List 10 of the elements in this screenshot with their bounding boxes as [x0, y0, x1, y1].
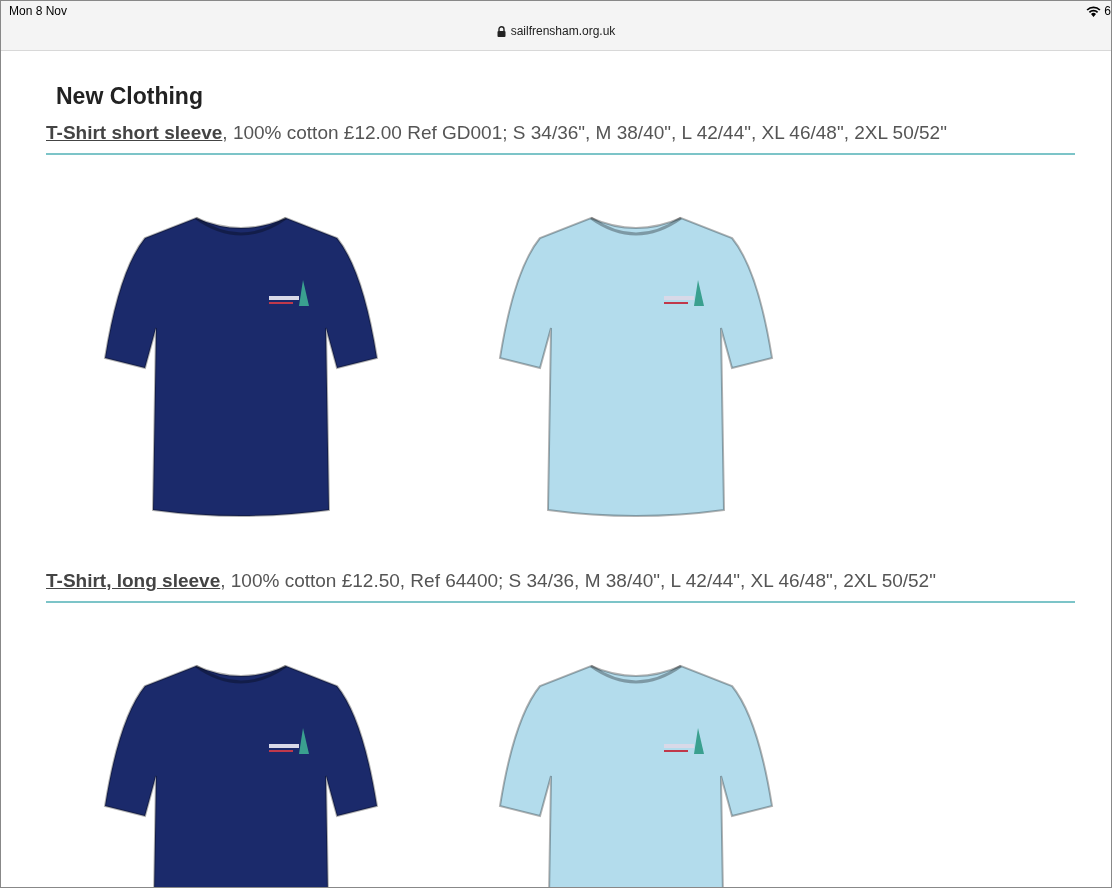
status-time: Mon 8 Nov: [9, 4, 68, 18]
address-bar[interactable]: sailfrensham.org.uk: [496, 24, 616, 38]
wifi-icon: [1086, 5, 1102, 17]
product-description: T-Shirt short sleeve, 100% cotton £12.00 Ref GD001; S 34/36", M 38/40", L 42/44", XL 46/48", 2XL 50/52": [46, 122, 948, 143]
product-link[interactable]: T-Shirt, long sleeve: [46, 570, 221, 591]
lock-icon: [496, 25, 506, 37]
page-heading: New Clothing: [56, 83, 204, 110]
product-link[interactable]: T-Shirt short sleeve: [46, 122, 223, 143]
battery-percent: 6: [1104, 4, 1111, 18]
product-description: T-Shirt, long sleeve, 100% cotton £12.50, Ref 64400; S 34/36, M 38/40", L 42/44", XL 46/48", 2XL 50/52": [46, 570, 937, 591]
